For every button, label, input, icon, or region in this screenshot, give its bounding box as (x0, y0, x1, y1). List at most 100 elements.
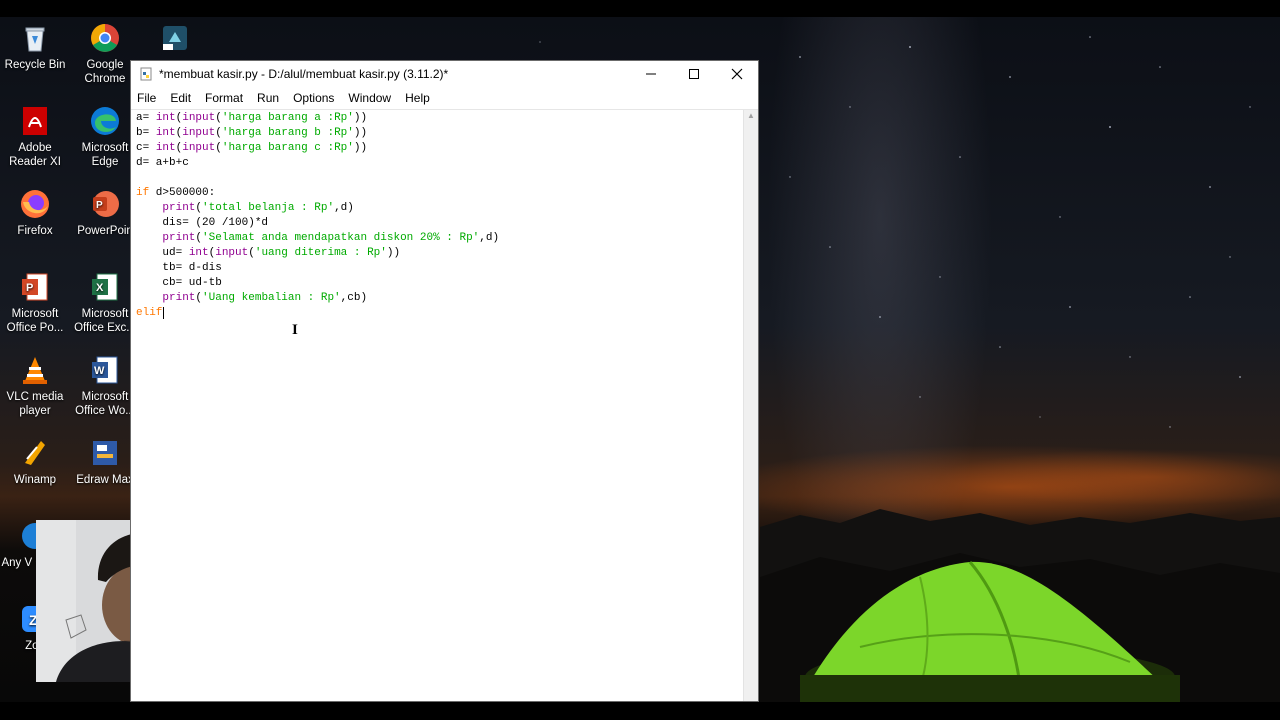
window-title: *membuat kasir.py - D:/alul/membuat kasi… (159, 67, 449, 81)
code-token: input (182, 127, 216, 139)
code-line: print('Uang kembalian : Rp',cb) (136, 291, 744, 306)
svg-text:X: X (96, 282, 104, 294)
menu-help[interactable]: Help (398, 87, 437, 109)
glowing-tent (800, 561, 1180, 702)
icon-label: Microsoft Office Wo... (75, 391, 135, 417)
desktop-icon-office-powerpoint[interactable]: P Microsoft Office Po... (0, 271, 70, 335)
code-token: d= a+b+c (136, 157, 189, 169)
code-token: 'harga barang c :Rp' (221, 142, 354, 154)
vertical-scrollbar[interactable]: ▲ (743, 110, 758, 701)
app-shortcut-icon (163, 26, 187, 50)
icon-label: Microsoft Office Po... (6, 308, 64, 334)
text-cursor-ibeam-icon: I (292, 322, 298, 338)
maximize-button[interactable] (672, 61, 715, 87)
icon-label: VLC media player (6, 391, 64, 417)
menu-options[interactable]: Options (286, 87, 341, 109)
excel-icon: X (92, 273, 118, 301)
code-line: print('Selamat anda mendapatkan diskon 2… (136, 231, 744, 246)
code-token: 'Selamat anda mendapatkan diskon 20% : R… (202, 232, 480, 244)
code-token: int (188, 247, 209, 259)
code-editor[interactable]: a= int(input('harga barang a :Rp')) b= in… (131, 110, 744, 701)
maximize-icon (688, 69, 699, 79)
code-token: ,d) (334, 202, 354, 214)
code-token: dis= (20 /100)*d (136, 217, 269, 229)
code-token: print (162, 202, 196, 214)
edraw-icon (93, 441, 117, 465)
code-line: dis= (20 /100)*d (136, 216, 744, 231)
icon-label: Microsoft Edge (81, 142, 129, 168)
code-token: tb= d-dis (136, 262, 222, 274)
word-icon: W (92, 356, 118, 384)
code-token: 'Uang kembalian : Rp' (202, 292, 341, 304)
icon-label: Google Chrome (84, 59, 126, 85)
video-letterbox-top (0, 0, 1280, 17)
menu-run[interactable]: Run (250, 87, 286, 109)
winamp-icon (25, 441, 45, 465)
code-line: tb= d-dis (136, 261, 744, 276)
code-token: ( (215, 142, 222, 154)
svg-text:P: P (96, 200, 103, 211)
menu-edit[interactable]: Edit (163, 87, 198, 109)
vlc-icon (23, 357, 47, 384)
adobe-reader-icon (23, 107, 47, 135)
code-token: c= (136, 142, 156, 154)
office-powerpoint-icon: P (22, 273, 48, 301)
code-line: b= int(input('harga barang b :Rp')) (136, 126, 744, 141)
recycle-bin-icon (25, 27, 45, 52)
code-token: elif (136, 307, 163, 319)
desktop-icon-winamp[interactable]: Winamp (0, 437, 70, 487)
code-token: cb= ud-tb (136, 277, 222, 289)
code-token: int (155, 127, 176, 139)
code-line: d= a+b+c (136, 156, 744, 171)
desktop-icon-shortcut[interactable] (140, 22, 210, 58)
code-token: if (136, 187, 150, 199)
text-caret (163, 307, 165, 319)
menu-bar: File Edit Format Run Options Window Help (131, 87, 758, 110)
code-line: if d>500000: (136, 186, 744, 201)
code-token: ,d) (479, 232, 500, 244)
desktop-icon-adobe-reader[interactable]: Adobe Reader XI (0, 105, 70, 169)
close-button[interactable] (715, 61, 758, 87)
code-line: ud= int(input('uang diterima : Rp')) (136, 246, 744, 261)
menu-format[interactable]: Format (198, 87, 250, 109)
code-token: ( (215, 127, 222, 139)
code-token: print (162, 292, 196, 304)
menu-window[interactable]: Window (341, 87, 398, 109)
code-token: input (182, 142, 216, 154)
close-icon (731, 68, 742, 80)
code-line: cb= ud-tb (136, 276, 744, 291)
svg-text:P: P (26, 282, 33, 294)
icon-label: Recycle Bin (4, 59, 66, 71)
icon-label: Adobe Reader XI (9, 142, 61, 168)
code-line: elif (136, 306, 744, 321)
icon-label: Microsoft Office Exc... (74, 308, 136, 334)
icon-label: Firefox (17, 225, 53, 237)
video-letterbox-bottom (0, 702, 1280, 720)
code-token: 'total belanja : Rp' (202, 202, 335, 214)
scroll-up-icon[interactable]: ▲ (744, 110, 758, 122)
code-token: int (155, 142, 176, 154)
svg-text:W: W (94, 365, 105, 377)
desktop-icon-vlc[interactable]: VLC media player (0, 354, 70, 418)
code-token: input (215, 247, 249, 259)
code-token: b= (136, 127, 156, 139)
desktop-icon-firefox[interactable]: Firefox (0, 188, 70, 238)
icon-label: Edraw Max (76, 474, 134, 486)
menu-file[interactable]: File (131, 87, 163, 109)
code-line: c= int(input('harga barang c :Rp')) (136, 141, 744, 156)
minimize-button[interactable] (629, 61, 672, 87)
code-token: 'harga barang b :Rp' (221, 127, 354, 139)
code-token: ,cb) (340, 292, 368, 304)
chrome-icon (91, 24, 119, 52)
code-line: print('total belanja : Rp',d) (136, 201, 744, 216)
title-bar[interactable]: *membuat kasir.py - D:/alul/membuat kasi… (131, 61, 758, 87)
code-token: )) (353, 127, 368, 139)
code-token: print (162, 232, 196, 244)
desktop-icon-recycle-bin[interactable]: Recycle Bin (0, 22, 70, 72)
icon-label: Winamp (13, 474, 57, 486)
code-token: a= (136, 112, 156, 124)
idle-editor-window[interactable]: *membuat kasir.py - D:/alul/membuat kasi… (130, 60, 759, 702)
